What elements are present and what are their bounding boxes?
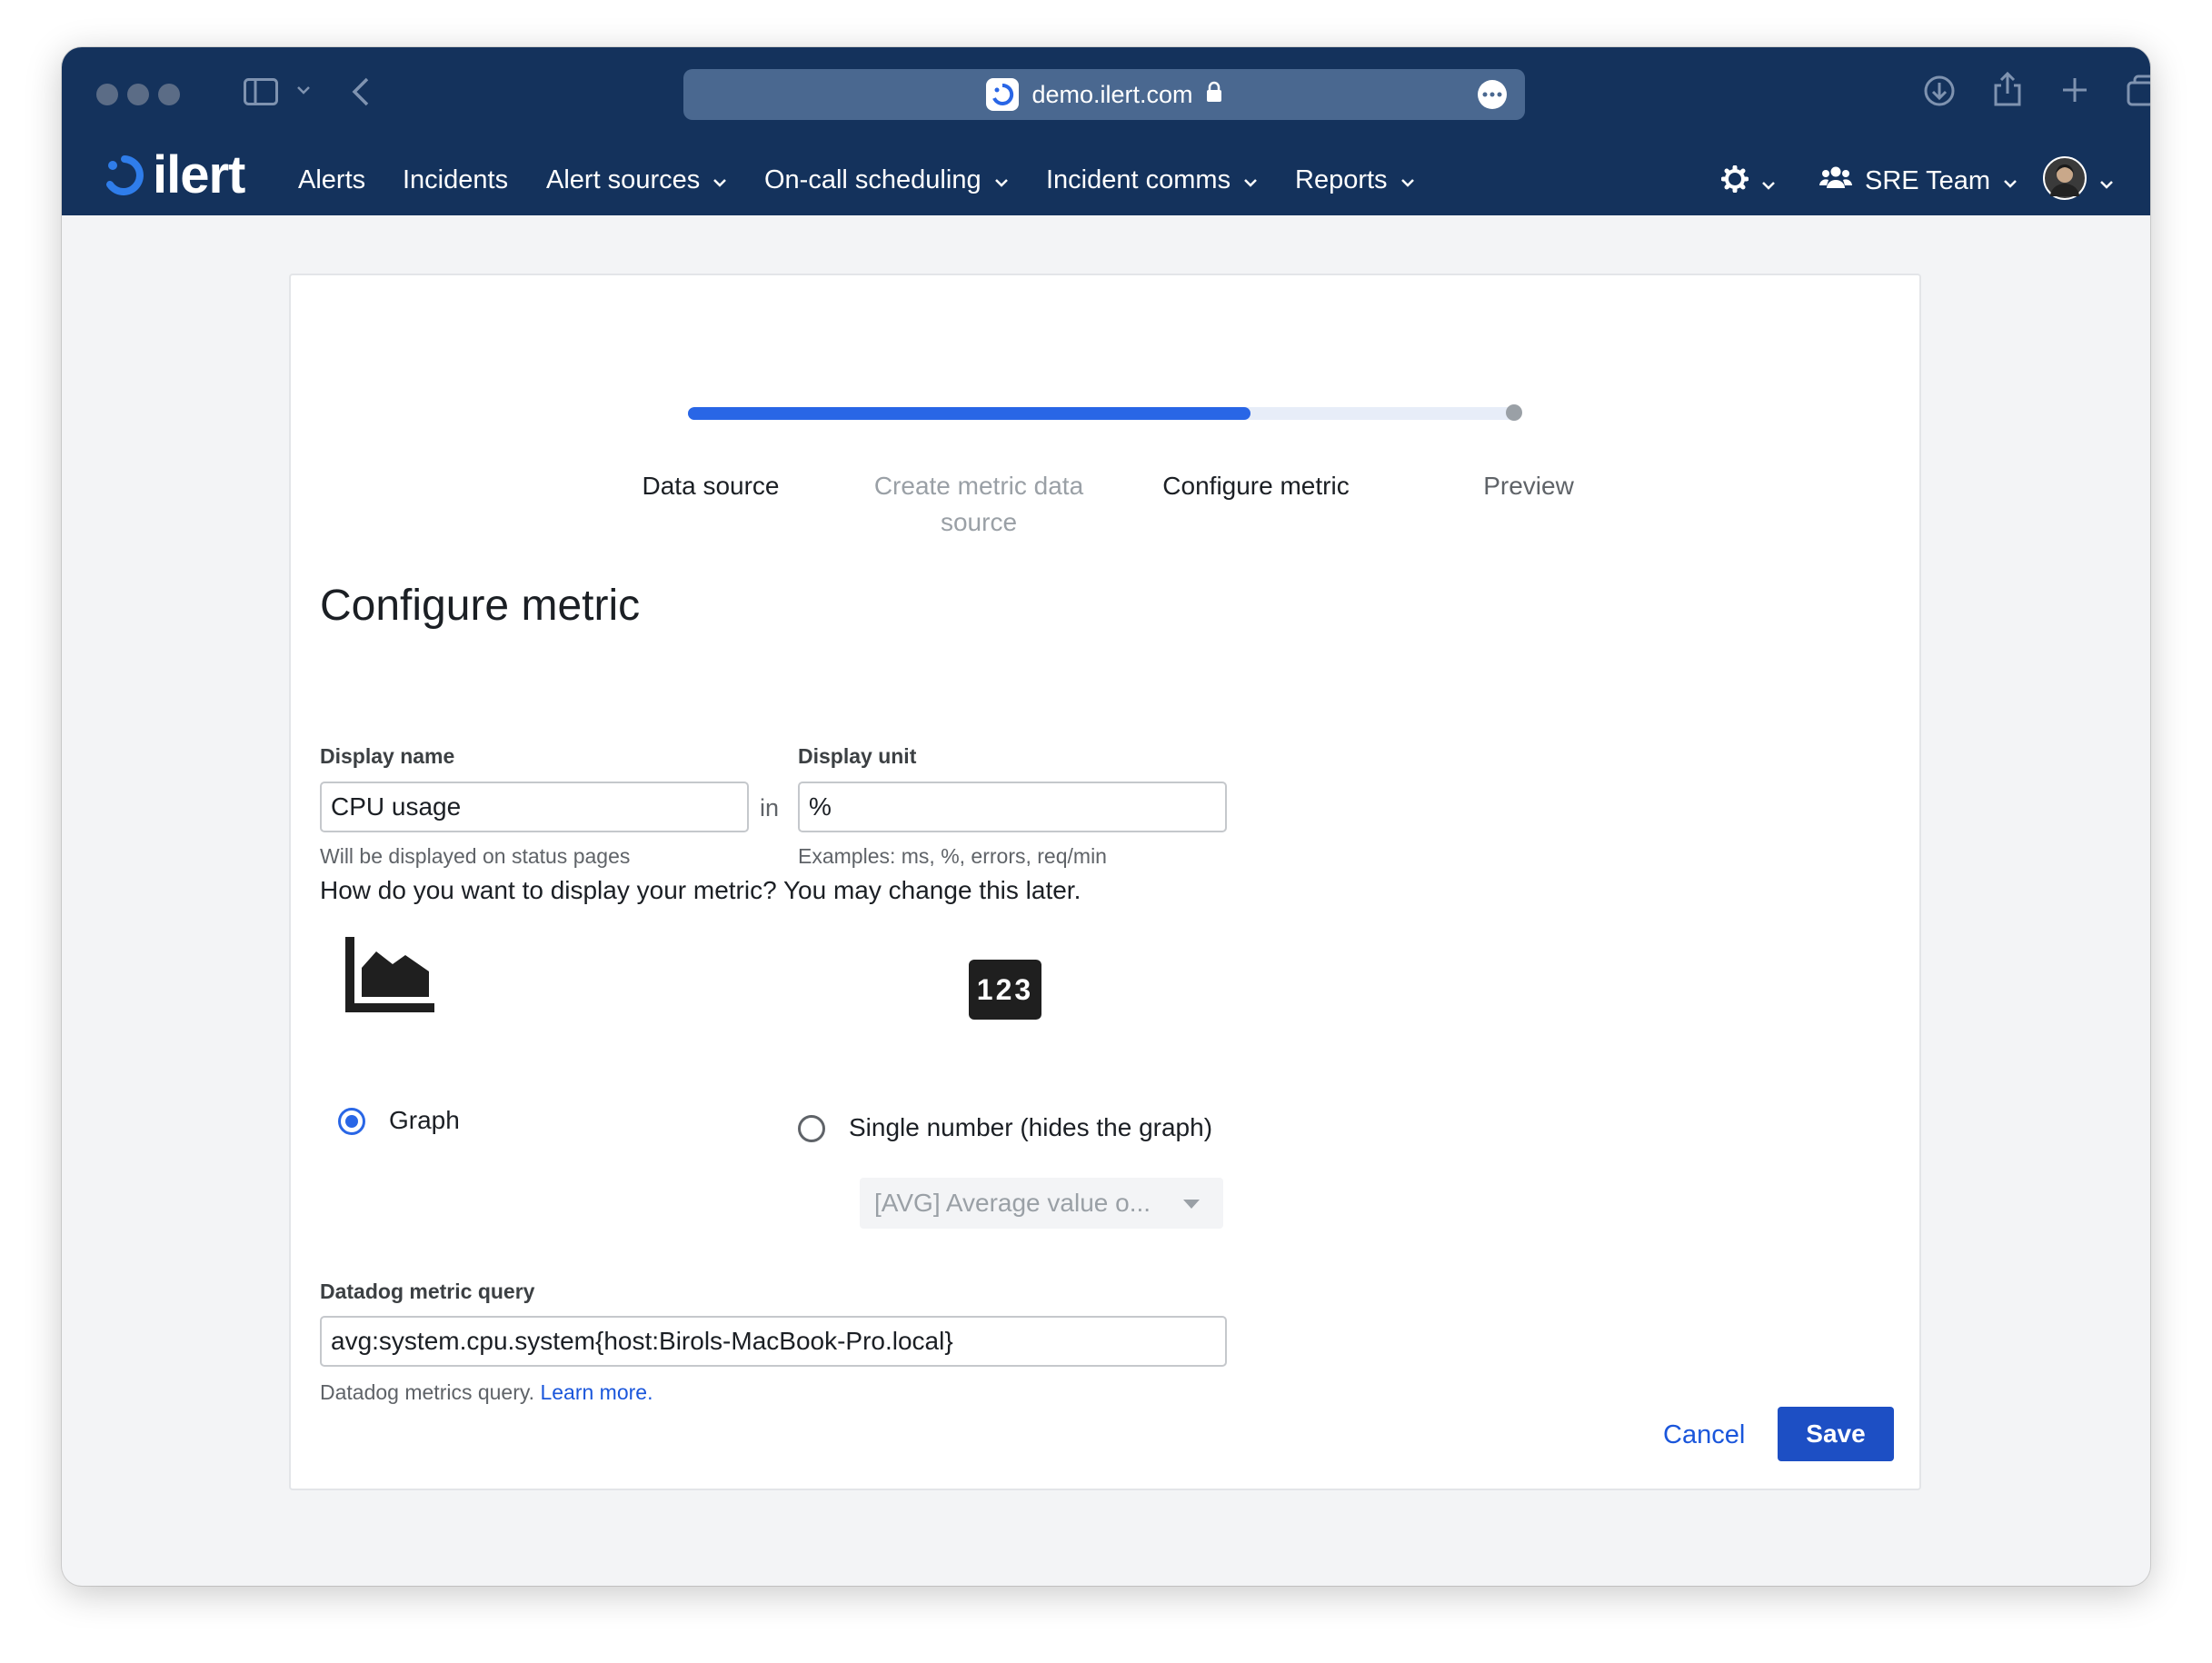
browser-titlebar: demo.ilert.com ilert Alerts Incidents Al… xyxy=(62,47,2150,215)
chevron-down-icon[interactable] xyxy=(296,84,311,101)
url-text: demo.ilert.com xyxy=(1031,80,1193,108)
number-icon: 123 xyxy=(969,960,1041,1020)
step-data-source: Data source xyxy=(642,472,780,500)
area-chart-icon xyxy=(345,937,436,1020)
minimize-window-button[interactable] xyxy=(127,84,149,105)
ilert-favicon-icon xyxy=(986,78,1020,111)
progress-end-dot xyxy=(1506,404,1522,421)
address-bar[interactable]: demo.ilert.com xyxy=(683,69,1525,120)
downloads-icon[interactable] xyxy=(1923,75,1956,112)
nav-alert-sources[interactable]: Alert sources xyxy=(546,165,727,195)
sidebar-toggle-icon[interactable] xyxy=(244,78,278,110)
avatar xyxy=(2043,156,2087,207)
nav-incident-comms-label: Incident comms xyxy=(1046,165,1231,194)
users-icon xyxy=(1819,165,1852,196)
graph-radio[interactable] xyxy=(338,1108,365,1135)
page-title: Configure metric xyxy=(320,582,641,630)
nav-incident-comms[interactable]: Incident comms xyxy=(1046,165,1258,195)
team-switcher[interactable]: SRE Team xyxy=(1819,165,2018,196)
display-unit-help: Examples: ms, %, errors, req/min xyxy=(798,844,1107,868)
new-tab-icon[interactable] xyxy=(2061,76,2088,108)
display-unit-label: Display unit xyxy=(798,744,917,768)
close-window-button[interactable] xyxy=(96,84,118,105)
chevron-down-icon xyxy=(994,165,1009,195)
learn-more-link[interactable]: Learn more. xyxy=(540,1380,653,1404)
chevron-down-icon xyxy=(712,165,727,195)
step-configure-metric: Configure metric xyxy=(1162,472,1350,500)
nav-incidents[interactable]: Incidents xyxy=(403,165,508,195)
nav-on-call-scheduling[interactable]: On-call scheduling xyxy=(764,165,1009,195)
display-unit-input[interactable] xyxy=(798,782,1227,832)
aggregation-select-value: [AVG] Average value o... xyxy=(874,1189,1151,1217)
settings-menu[interactable] xyxy=(1720,164,1776,200)
logo-text: ilert xyxy=(153,145,245,204)
chevron-down-icon xyxy=(2003,166,2018,196)
display-question: How do you want to display your metric? … xyxy=(320,876,1081,904)
in-text: in xyxy=(760,794,780,822)
nav-alerts-label: Alerts xyxy=(298,165,366,194)
gear-icon xyxy=(1720,164,1749,200)
single-number-radio-label[interactable]: Single number (hides the graph) xyxy=(849,1113,1212,1142)
tab-overview-icon[interactable] xyxy=(2127,75,2150,112)
nav-on-call-label: On-call scheduling xyxy=(764,165,981,194)
browser-window: demo.ilert.com ilert Alerts Incidents Al… xyxy=(62,47,2150,1586)
display-name-input[interactable] xyxy=(320,782,749,832)
nav-alert-sources-label: Alert sources xyxy=(546,165,701,194)
page-menu-icon[interactable] xyxy=(1478,80,1507,109)
metric-query-help-text: Datadog metrics query. xyxy=(320,1380,535,1404)
aggregation-select[interactable]: [AVG] Average value o... xyxy=(860,1178,1223,1229)
nav-incidents-label: Incidents xyxy=(403,165,509,194)
nav-alerts[interactable]: Alerts xyxy=(298,165,365,195)
back-icon[interactable] xyxy=(351,76,371,112)
caret-down-icon xyxy=(1183,1200,1200,1209)
cancel-button[interactable]: Cancel xyxy=(1663,1420,1745,1450)
graph-radio-label[interactable]: Graph xyxy=(389,1106,460,1135)
nav-reports[interactable]: Reports xyxy=(1295,165,1415,195)
metric-query-input[interactable] xyxy=(320,1316,1227,1367)
user-menu[interactable] xyxy=(2043,156,2114,207)
metric-query-label: Datadog metric query xyxy=(320,1280,535,1303)
lock-icon xyxy=(1206,81,1222,109)
zoom-window-button[interactable] xyxy=(158,84,180,105)
display-name-label: Display name xyxy=(320,744,455,768)
metric-query-help: Datadog metrics query. Learn more. xyxy=(320,1380,653,1405)
single-number-radio[interactable] xyxy=(798,1115,825,1142)
team-name: SRE Team xyxy=(1865,165,1991,195)
chevron-down-icon xyxy=(1761,168,1776,198)
step-preview: Preview xyxy=(1483,472,1574,500)
chevron-down-icon xyxy=(2099,167,2114,197)
display-name-help: Will be displayed on status pages xyxy=(320,844,631,868)
ilert-logo-icon xyxy=(106,155,144,195)
step-create-metric-data-source: Create metric data source xyxy=(873,472,1084,536)
configure-metric-card: Data source Create metric data source Co… xyxy=(289,274,1921,1490)
share-icon[interactable] xyxy=(1992,71,2023,112)
chevron-down-icon xyxy=(1243,165,1258,195)
chevron-down-icon xyxy=(1400,165,1415,195)
ilert-logo[interactable]: ilert xyxy=(102,145,245,204)
nav-reports-label: Reports xyxy=(1295,165,1388,194)
wizard-progress-bar xyxy=(688,407,1515,420)
save-button[interactable]: Save xyxy=(1778,1407,1894,1461)
wizard-progress-fill xyxy=(688,407,1250,420)
